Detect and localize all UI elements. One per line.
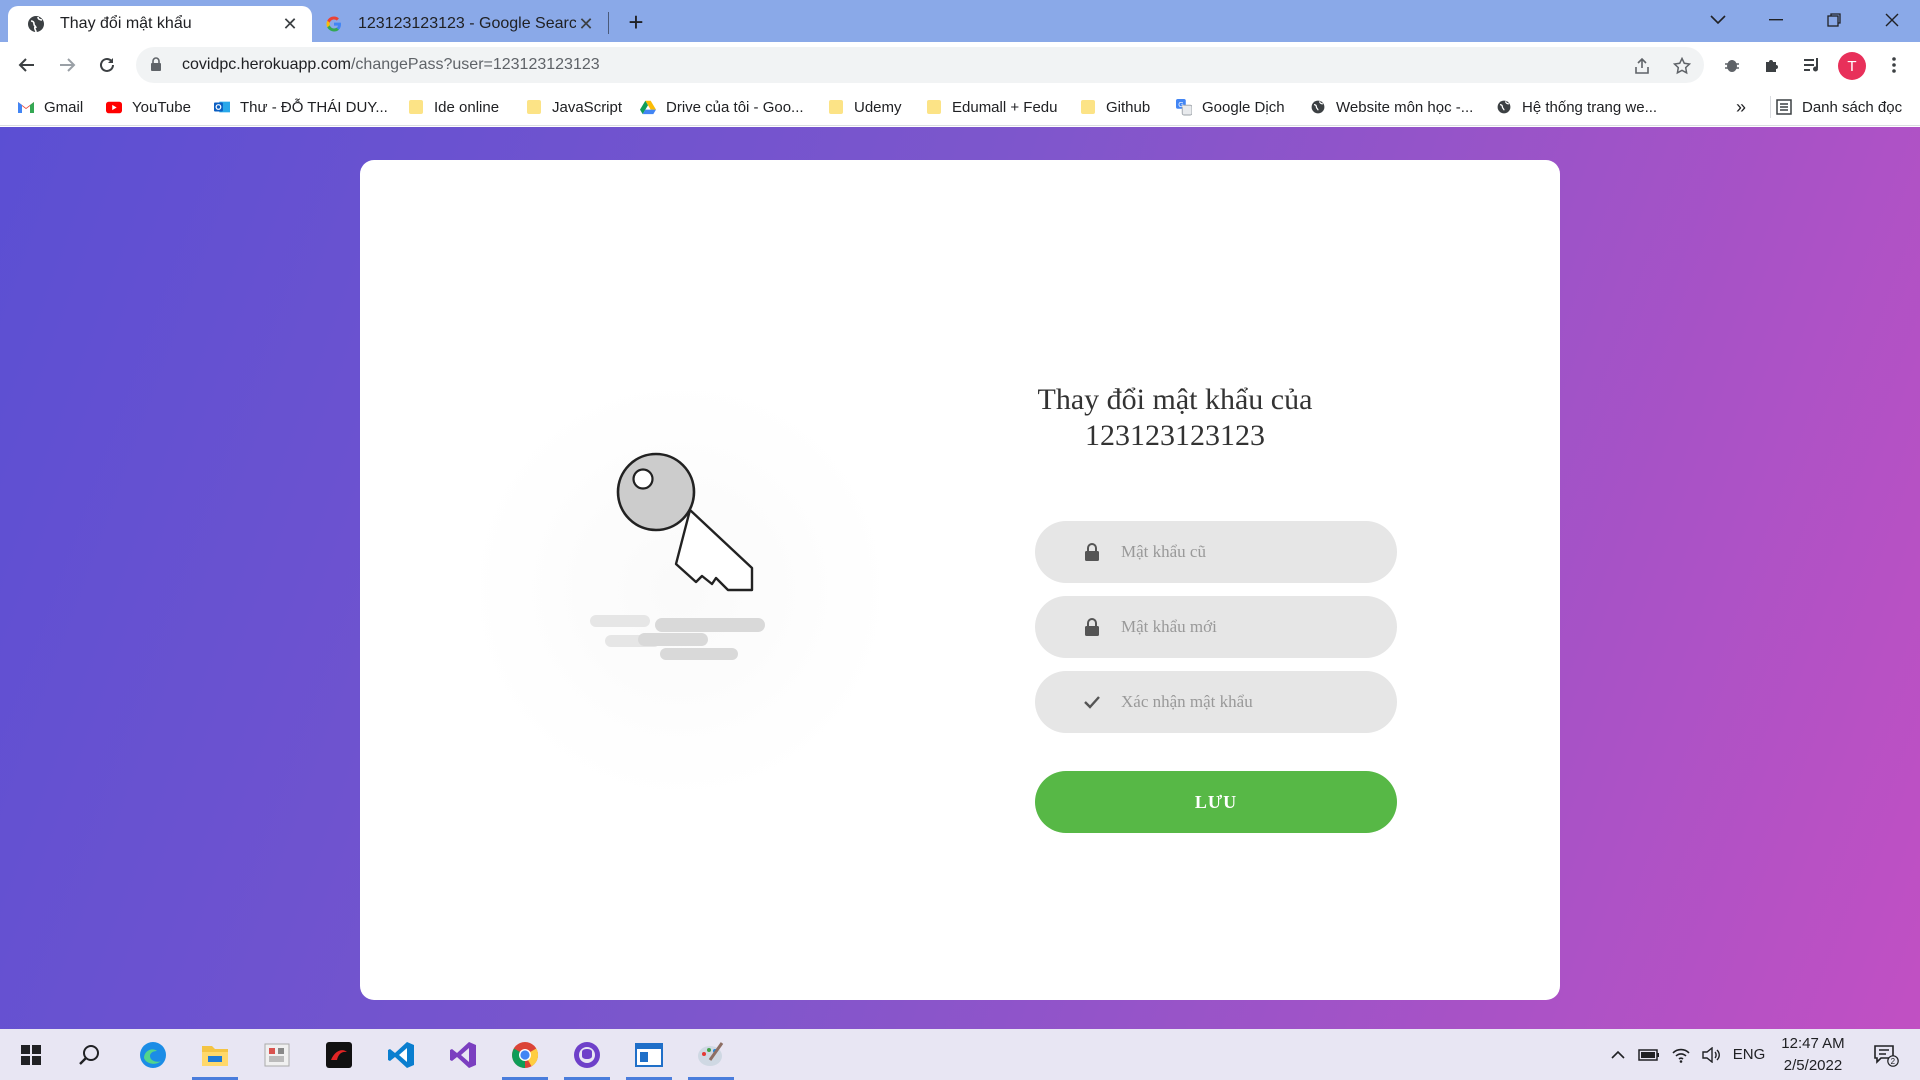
media-control-icon[interactable] xyxy=(1798,51,1826,79)
time-text: 12:47 AM xyxy=(1781,1035,1845,1052)
lock-icon xyxy=(1075,543,1109,561)
folder-icon xyxy=(1080,99,1096,115)
bookmark-ide-online[interactable]: Ide online xyxy=(408,94,499,120)
start-windows-icon[interactable] xyxy=(0,1029,62,1080)
reading-list-icon xyxy=(1776,99,1792,115)
date-text: 2/5/2022 xyxy=(1783,1057,1843,1074)
drive-icon xyxy=(640,99,656,115)
lock-icon xyxy=(1075,618,1109,636)
extension-bug-icon[interactable] xyxy=(1718,51,1746,79)
notification-center-icon[interactable]: 2 xyxy=(1866,1029,1906,1080)
tab-google-search[interactable]: 123123123123 - Google Search ✕ xyxy=(316,6,608,42)
bookmarks-divider xyxy=(1770,96,1771,118)
tab-title: 123123123123 - Google Search xyxy=(358,15,576,32)
tab-title: Thay đổi mật khẩu xyxy=(60,15,192,32)
show-hidden-icons-chevron-icon[interactable] xyxy=(1606,1029,1630,1080)
share-icon[interactable] xyxy=(1632,56,1652,76)
google-icon xyxy=(324,14,344,34)
paint-icon[interactable] xyxy=(680,1029,742,1080)
bookmark-udemy[interactable]: Udemy xyxy=(828,94,902,120)
browser-toolbar: covidpc.herokuapp.com/changePass?user=12… xyxy=(0,42,1920,88)
window-app-icon[interactable] xyxy=(618,1029,680,1080)
tab-strip: Thay đổi mật khẩu ✕ 123123123123 - Googl… xyxy=(0,0,1920,42)
more-bookmarks-chevron-icon[interactable]: » xyxy=(1736,94,1746,120)
reload-button[interactable] xyxy=(90,48,124,82)
bookmarks-bar: Gmail YouTube Thư - ĐỖ THÁI DUY... Ide o… xyxy=(0,88,1920,126)
extensions-icon[interactable] xyxy=(1758,51,1786,79)
lock-icon[interactable] xyxy=(150,56,172,74)
close-icon[interactable]: ✕ xyxy=(576,14,596,34)
folder-icon xyxy=(408,99,424,115)
reading-list-button[interactable]: Danh sách đọc xyxy=(1776,94,1902,120)
globe-icon xyxy=(26,14,46,34)
gmail-icon xyxy=(18,99,34,115)
menu-kebab-icon[interactable] xyxy=(1880,51,1908,79)
youtube-icon xyxy=(106,99,122,115)
page-title: Thay đổi mật khẩu của 123123123123 xyxy=(960,382,1390,454)
battery-icon[interactable] xyxy=(1636,1029,1662,1080)
svg-text:G: G xyxy=(1178,101,1184,109)
bookmark-gmail[interactable]: Gmail xyxy=(18,94,83,120)
visual-studio-icon[interactable] xyxy=(432,1029,494,1080)
title-line-2: 123123123123 xyxy=(1085,419,1265,452)
close-icon[interactable]: ✕ xyxy=(280,14,300,34)
bookmark-github[interactable]: Github xyxy=(1080,94,1150,120)
tab-divider xyxy=(608,12,609,34)
url-text: covidpc.herokuapp.com/changePass?user=12… xyxy=(182,56,600,73)
old-password-field[interactable] xyxy=(1035,521,1397,583)
wifi-icon[interactable] xyxy=(1668,1029,1694,1080)
language-indicator[interactable]: ENG xyxy=(1730,1029,1768,1080)
tab-search-icon[interactable] xyxy=(1690,0,1746,40)
volume-icon[interactable] xyxy=(1698,1029,1724,1080)
bookmark-he-thong-trang-web[interactable]: Hệ thống trang we... xyxy=(1496,94,1657,120)
close-window-button[interactable] xyxy=(1864,0,1920,40)
key-icon xyxy=(590,452,765,660)
minimize-button[interactable] xyxy=(1748,0,1804,40)
bookmark-website-mon-hoc[interactable]: Website môn học -... xyxy=(1310,94,1473,120)
confirm-password-input[interactable] xyxy=(1121,692,1381,712)
chrome-icon[interactable] xyxy=(494,1029,556,1080)
search-icon[interactable] xyxy=(58,1029,120,1080)
globe-icon xyxy=(1310,99,1326,115)
vscode-icon[interactable] xyxy=(370,1029,432,1080)
old-password-input[interactable] xyxy=(1121,542,1381,562)
github-desktop-icon[interactable] xyxy=(556,1029,618,1080)
notification-count: 2 xyxy=(1891,1057,1896,1066)
restore-button[interactable] xyxy=(1806,0,1862,40)
change-password-card: Thay đổi mật khẩu của 123123123123 LƯU xyxy=(360,160,1560,1000)
profile-avatar[interactable]: T xyxy=(1838,52,1866,80)
windows-taskbar: ENG 12:47 AM 2/5/2022 2 xyxy=(0,1029,1920,1080)
back-button[interactable] xyxy=(10,48,44,82)
translate-icon: G xyxy=(1176,99,1192,116)
game-app-icon[interactable] xyxy=(308,1029,370,1080)
page-background: Thay đổi mật khẩu của 123123123123 LƯU xyxy=(0,127,1920,1029)
outlook-icon xyxy=(214,99,230,115)
address-bar[interactable]: covidpc.herokuapp.com/changePass?user=12… xyxy=(136,47,1704,83)
new-tab-button[interactable]: + xyxy=(622,7,650,37)
clock[interactable]: 12:47 AM 2/5/2022 xyxy=(1772,1033,1854,1077)
bookmark-google-drive[interactable]: Drive của tôi - Goo... xyxy=(640,94,804,120)
bookmark-edumall[interactable]: Edumall + Fedu xyxy=(926,94,1057,120)
key-illustration xyxy=(480,390,880,790)
tab-change-password[interactable]: Thay đổi mật khẩu ✕ xyxy=(8,6,312,42)
forward-button[interactable] xyxy=(50,48,84,82)
confirm-password-field[interactable] xyxy=(1035,671,1397,733)
title-line-1: Thay đổi mật khẩu của xyxy=(1037,383,1313,416)
bookmark-outlook[interactable]: Thư - ĐỖ THÁI DUY... xyxy=(214,94,388,120)
bookmark-javascript[interactable]: JavaScript xyxy=(526,94,622,120)
folder-icon xyxy=(926,99,942,115)
bookmark-star-icon[interactable] xyxy=(1672,56,1692,76)
app-icon[interactable] xyxy=(246,1029,308,1080)
edge-icon[interactable] xyxy=(122,1029,184,1080)
new-password-field[interactable] xyxy=(1035,596,1397,658)
folder-icon xyxy=(828,99,844,115)
new-password-input[interactable] xyxy=(1121,617,1381,637)
file-explorer-icon[interactable] xyxy=(184,1029,246,1080)
globe-icon xyxy=(1496,99,1512,115)
bookmark-youtube[interactable]: YouTube xyxy=(106,94,191,120)
check-icon xyxy=(1075,695,1109,709)
folder-icon xyxy=(526,99,542,115)
bookmark-google-translate[interactable]: G Google Dịch xyxy=(1176,94,1285,120)
save-button[interactable]: LƯU xyxy=(1035,771,1397,833)
